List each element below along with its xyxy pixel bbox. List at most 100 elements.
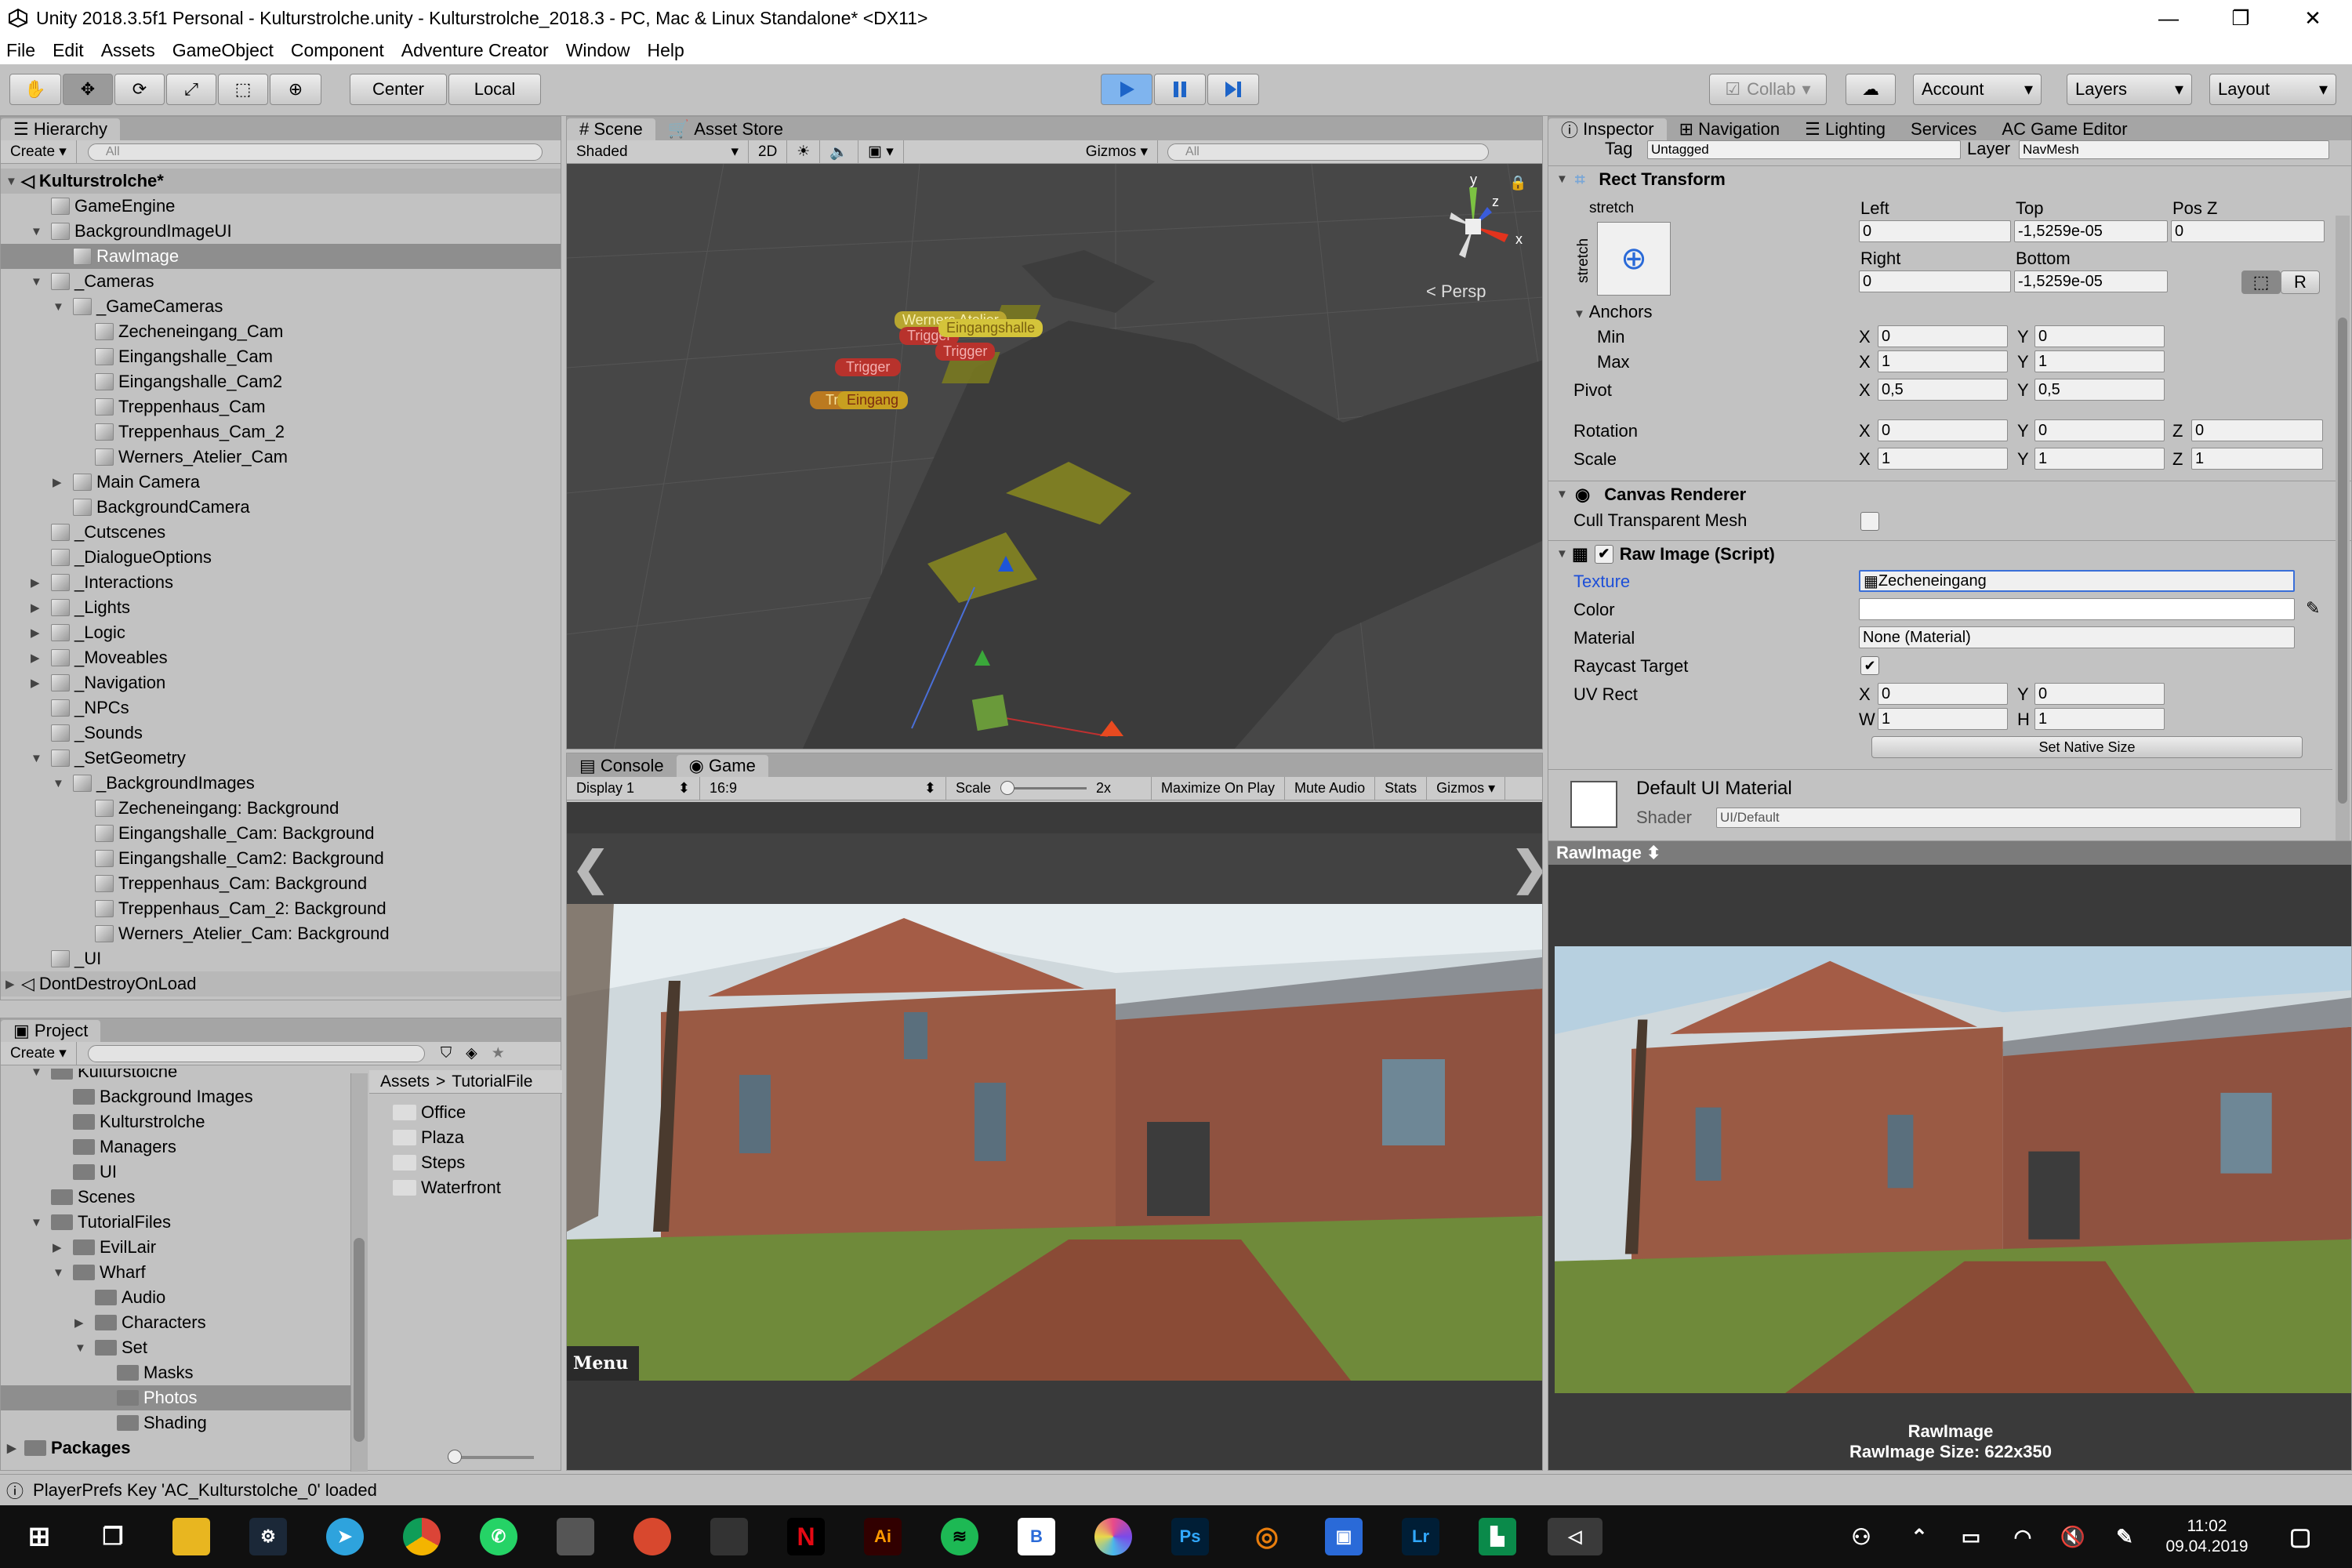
aspect-dropdown[interactable]: 16:9 ⬍ [700, 776, 946, 800]
tray-chevron-icon[interactable]: ⌃ [1900, 1518, 1938, 1555]
list-item[interactable]: Eingangshalle_Cam: Background [1, 821, 561, 846]
folder-item[interactable]: ▶ EvilLair [1, 1235, 350, 1260]
list-item[interactable]: Zecheneingang: Background [1, 796, 561, 821]
label-icon[interactable]: ◈ [466, 1044, 477, 1062]
pen-icon[interactable]: ✎ [2106, 1518, 2143, 1555]
scale-control[interactable]: Scale 2x [946, 776, 1152, 800]
list-item[interactable]: _Cutscenes [1, 520, 561, 545]
scale-z[interactable]: 1 [2191, 448, 2323, 470]
asset-item[interactable]: Waterfront [393, 1175, 557, 1200]
steam-icon[interactable]: ⚙ [249, 1518, 287, 1555]
lock-icon[interactable]: 🔒 [1509, 175, 1526, 191]
list-item[interactable]: Eingangshalle_Cam2: Background [1, 846, 561, 871]
effects-dropdown-icon[interactable]: ▣ ▾ [858, 140, 904, 164]
list-item[interactable]: Treppenhaus_Cam_2: Background [1, 896, 561, 921]
uv-x[interactable]: 0 [1878, 683, 2008, 705]
account-dropdown[interactable]: Account ▾ [1913, 74, 2042, 105]
anchor-max-y[interactable]: 1 [2034, 350, 2165, 372]
rect-tool-icon[interactable]: ⬚ [218, 74, 268, 105]
minimize-icon[interactable]: — [2132, 0, 2205, 36]
rotation-z[interactable]: 0 [2191, 419, 2323, 441]
uv-y[interactable]: 0 [2034, 683, 2165, 705]
scene-label-eingang[interactable]: Eingang [837, 391, 909, 409]
app-icon[interactable]: ▣ [1325, 1518, 1363, 1555]
folder-item[interactable]: ▶ Packages [1, 1436, 350, 1461]
nav-right-arrow-icon[interactable]: ❯ [1511, 841, 1542, 895]
step-button[interactable] [1207, 74, 1259, 105]
canvas-renderer-header[interactable]: ▼ ◉ Canvas Renderer [1548, 481, 2351, 507]
tab-console[interactable]: ▤ Console [567, 755, 677, 777]
raw-image-header[interactable]: ▼ ▦ ✔ Raw Image (Script) [1548, 540, 2351, 567]
notification-icon[interactable]: ▢ [2281, 1518, 2319, 1555]
list-item[interactable]: ▶ Main Camera [1, 470, 561, 495]
spotify-icon[interactable]: ≋ [941, 1518, 978, 1555]
chrome-icon[interactable] [403, 1518, 441, 1555]
blueprint-mode-button[interactable]: ⬚ [2241, 270, 2281, 294]
tab-services[interactable]: Services [1898, 118, 1989, 140]
eyedropper-icon[interactable]: ✎ [2306, 598, 2320, 619]
app-icon[interactable]: ▙ [1479, 1518, 1516, 1555]
pivot-local-button[interactable]: Local [448, 74, 541, 105]
anchor-min-x[interactable]: 0 [1878, 325, 2008, 347]
breadcrumb-assets[interactable]: Assets [380, 1073, 430, 1091]
folder-item[interactable]: Scenes [1, 1185, 350, 1210]
maximize-on-play-toggle[interactable]: Maximize On Play [1152, 776, 1286, 800]
list-item[interactable]: ▶ _Moveables [1, 645, 561, 670]
menu-window[interactable]: Window [566, 40, 630, 61]
list-item[interactable]: ▼ _Cameras [1, 269, 561, 294]
scene-label-eingangshalle[interactable]: Eingangshalle [938, 319, 1044, 337]
hand-tool-icon[interactable]: ✋ [9, 74, 61, 105]
color-field[interactable] [1859, 598, 2295, 620]
blender-icon[interactable]: ◎ [1248, 1518, 1286, 1555]
star-icon[interactable]: ★ [492, 1044, 505, 1062]
list-item[interactable]: GameEngine [1, 194, 561, 219]
cull-transparent-checkbox[interactable] [1860, 512, 1879, 531]
volume-icon[interactable]: 🔇 [2054, 1518, 2092, 1555]
tab-inspector[interactable]: ⓘ Inspector [1548, 118, 1667, 140]
menu-file[interactable]: File [6, 40, 35, 61]
project-search-input[interactable] [87, 1044, 425, 1062]
folder-item[interactable]: ▼ Wharf [1, 1260, 350, 1285]
tag-dropdown[interactable]: Untagged [1647, 140, 1961, 159]
shader-dropdown[interactable]: UI/Default [1716, 808, 2301, 828]
scene-label-trigger[interactable]: Trigger [935, 343, 996, 361]
anchor-max-x[interactable]: 1 [1878, 350, 2008, 372]
layer-dropdown[interactable]: NavMesh [2019, 140, 2329, 159]
uv-h[interactable]: 1 [2034, 708, 2165, 730]
folder-item[interactable]: Masks [1, 1360, 350, 1385]
list-item[interactable]: ▶ _Navigation [1, 670, 561, 695]
inspector-scrollbar[interactable] [2336, 216, 2350, 851]
folder-item[interactable]: ▼ TutorialFiles [1, 1210, 350, 1235]
left-field[interactable]: 0 [1859, 220, 2011, 242]
app-icon[interactable] [557, 1518, 594, 1555]
tab-scene[interactable]: # Scene [567, 118, 655, 140]
game-gizmos-dropdown[interactable]: Gizmos ▾ [1427, 776, 1506, 800]
app-icon[interactable] [710, 1518, 748, 1555]
menu-assets[interactable]: Assets [101, 40, 155, 61]
project-tree-scrollbar[interactable] [350, 1073, 368, 1472]
menu-adventure-creator[interactable]: Adventure Creator [401, 40, 549, 61]
dontdestroy-root[interactable]: ▶ ◁ DontDestroyOnLoad [1, 971, 561, 996]
folder-item[interactable]: Audio [1, 1285, 350, 1310]
material-field[interactable]: None (Material) [1859, 626, 2295, 648]
list-item[interactable]: ▼ _SetGeometry [1, 746, 561, 771]
scale-y[interactable]: 1 [2034, 448, 2165, 470]
pause-button[interactable] [1154, 74, 1206, 105]
lighting-toggle-icon[interactable]: ☀ [787, 140, 821, 164]
scale-x[interactable]: 1 [1878, 448, 2008, 470]
people-icon[interactable]: ⚇ [1842, 1518, 1880, 1555]
pivot-x[interactable]: 0,5 [1878, 379, 2008, 401]
windows-start-icon[interactable]: ⊞ [20, 1518, 58, 1555]
list-item[interactable]: _Sounds [1, 720, 561, 746]
transform-tool-icon[interactable]: ⊕ [270, 74, 321, 105]
folder-item[interactable]: Kulturstrolche [1, 1109, 350, 1134]
cloud-icon[interactable]: ☁ [1846, 74, 1896, 105]
app-icon[interactable] [633, 1518, 671, 1555]
list-item[interactable]: Werners_Atelier_Cam [1, 445, 561, 470]
telegram-icon[interactable]: ➤ [326, 1518, 364, 1555]
set-native-size-button[interactable]: Set Native Size [1871, 736, 2303, 758]
list-item[interactable]: _UI [1, 946, 561, 971]
list-item[interactable]: Eingangshalle_Cam2 [1, 369, 561, 394]
list-item[interactable]: BackgroundCamera [1, 495, 561, 520]
unity-taskbar-icon[interactable]: ◁ [1548, 1518, 1602, 1555]
